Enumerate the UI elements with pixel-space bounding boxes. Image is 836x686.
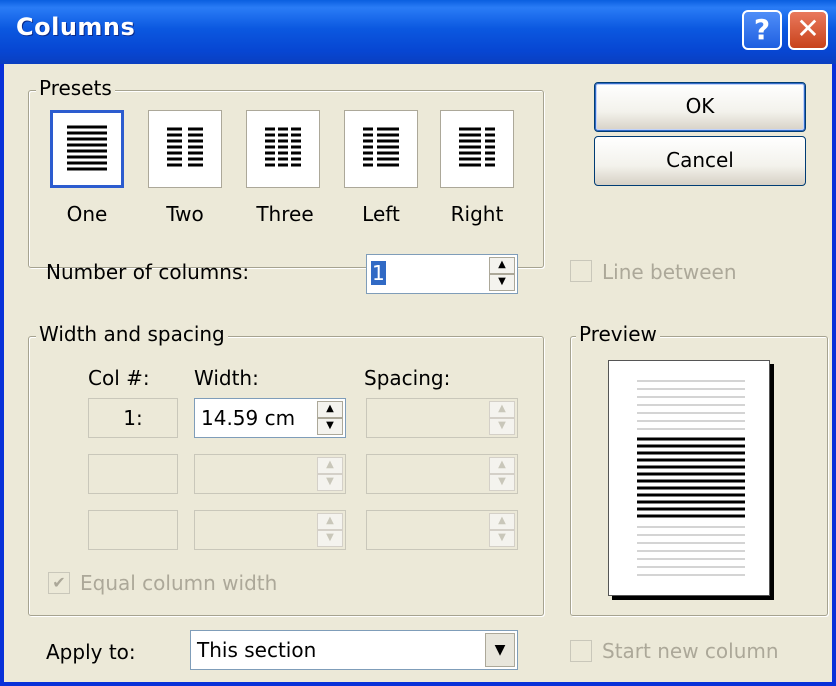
spacing-spinner[interactable]: ▲ ▼ [366, 454, 518, 494]
ok-button[interactable]: OK [594, 82, 806, 132]
presets-group-label: Presets [36, 76, 115, 100]
one-column-icon [67, 125, 107, 171]
title-bar[interactable]: Columns ? ✕ [0, 0, 836, 64]
preset-one-label: One [66, 202, 108, 226]
right-columns-icon [459, 127, 495, 167]
apply-to-value: This section [197, 638, 317, 662]
spin-down-icon[interactable]: ▼ [489, 474, 515, 491]
start-new-column-checkbox[interactable] [570, 640, 592, 662]
preview-label: Preview [576, 322, 660, 346]
preset-right-label: Right [450, 202, 504, 226]
columns-dialog: Columns ? ✕ Presets One Two Three Left R… [0, 0, 836, 686]
spin-down-icon[interactable]: ▼ [489, 530, 515, 547]
spacing-spin-buttons[interactable]: ▲ ▼ [489, 401, 515, 435]
preset-three-label: Three [256, 202, 314, 226]
number-of-columns-spin-buttons[interactable]: ▲ ▼ [489, 257, 515, 291]
spacing-spinner[interactable]: ▲ ▼ [366, 510, 518, 550]
width-spin-buttons[interactable]: ▲ ▼ [317, 513, 343, 547]
spin-down-icon[interactable]: ▼ [489, 274, 515, 291]
col-number-cell [88, 454, 178, 494]
number-of-columns-value: 1 [371, 261, 386, 285]
col-number-header: Col #: [88, 366, 150, 390]
spin-up-icon[interactable]: ▲ [489, 457, 515, 474]
equal-column-width-label: Equal column width [80, 571, 278, 595]
spacing-spinner[interactable]: ▲ ▼ [366, 398, 518, 438]
width-spin-buttons[interactable]: ▲ ▼ [317, 401, 343, 435]
preset-two-label: Two [166, 202, 204, 226]
preset-left-button[interactable] [344, 110, 418, 188]
spin-down-icon[interactable]: ▼ [317, 474, 343, 491]
line-between-label: Line between [602, 260, 737, 284]
three-columns-icon [265, 127, 301, 167]
preset-left-label: Left [362, 202, 400, 226]
apply-to-dropdown[interactable]: This section ▼ [190, 630, 518, 670]
width-spinner[interactable]: 14.59 cm ▲ ▼ [194, 398, 346, 438]
line-between-checkbox[interactable] [570, 260, 592, 282]
close-button[interactable]: ✕ [788, 10, 828, 50]
spin-up-icon[interactable]: ▲ [317, 401, 343, 418]
spin-down-icon[interactable]: ▼ [317, 418, 343, 435]
preset-two-button[interactable] [148, 110, 222, 188]
number-of-columns-spinner[interactable]: 1 ▲ ▼ [366, 254, 518, 294]
start-new-column-label: Start new column [602, 639, 779, 663]
spin-up-icon[interactable]: ▲ [317, 513, 343, 530]
width-spinner[interactable]: ▲ ▼ [194, 510, 346, 550]
help-button[interactable]: ? [742, 10, 782, 50]
apply-to-label: Apply to: [46, 640, 136, 664]
two-columns-icon [167, 127, 203, 167]
spacing-header: Spacing: [364, 366, 451, 390]
width-spinner[interactable]: ▲ ▼ [194, 454, 346, 494]
dialog-title: Columns [16, 13, 136, 41]
width-and-spacing-label: Width and spacing [36, 322, 228, 346]
spin-up-icon[interactable]: ▲ [489, 257, 515, 274]
spin-down-icon[interactable]: ▼ [489, 418, 515, 435]
width-spin-buttons[interactable]: ▲ ▼ [317, 457, 343, 491]
width-header: Width: [194, 366, 259, 390]
spin-up-icon[interactable]: ▲ [489, 401, 515, 418]
number-of-columns-label: Number of columns: [46, 260, 250, 284]
preview-page [608, 360, 770, 596]
col-number-cell [88, 510, 178, 550]
left-columns-icon [363, 127, 399, 167]
preset-one-button[interactable] [50, 110, 124, 188]
spin-down-icon[interactable]: ▼ [317, 530, 343, 547]
cancel-button[interactable]: Cancel [594, 136, 806, 186]
preset-three-button[interactable] [246, 110, 320, 188]
preview-page-lines [637, 380, 745, 576]
spin-up-icon[interactable]: ▲ [489, 513, 515, 530]
width-value: 14.59 cm [201, 406, 296, 430]
equal-column-width-checkbox[interactable]: ✔ [48, 572, 70, 594]
spacing-spin-buttons[interactable]: ▲ ▼ [489, 457, 515, 491]
preset-right-button[interactable] [440, 110, 514, 188]
spin-up-icon[interactable]: ▲ [317, 457, 343, 474]
dropdown-arrow-icon[interactable]: ▼ [485, 633, 515, 667]
col-number-cell: 1: [88, 398, 178, 438]
spacing-spin-buttons[interactable]: ▲ ▼ [489, 513, 515, 547]
